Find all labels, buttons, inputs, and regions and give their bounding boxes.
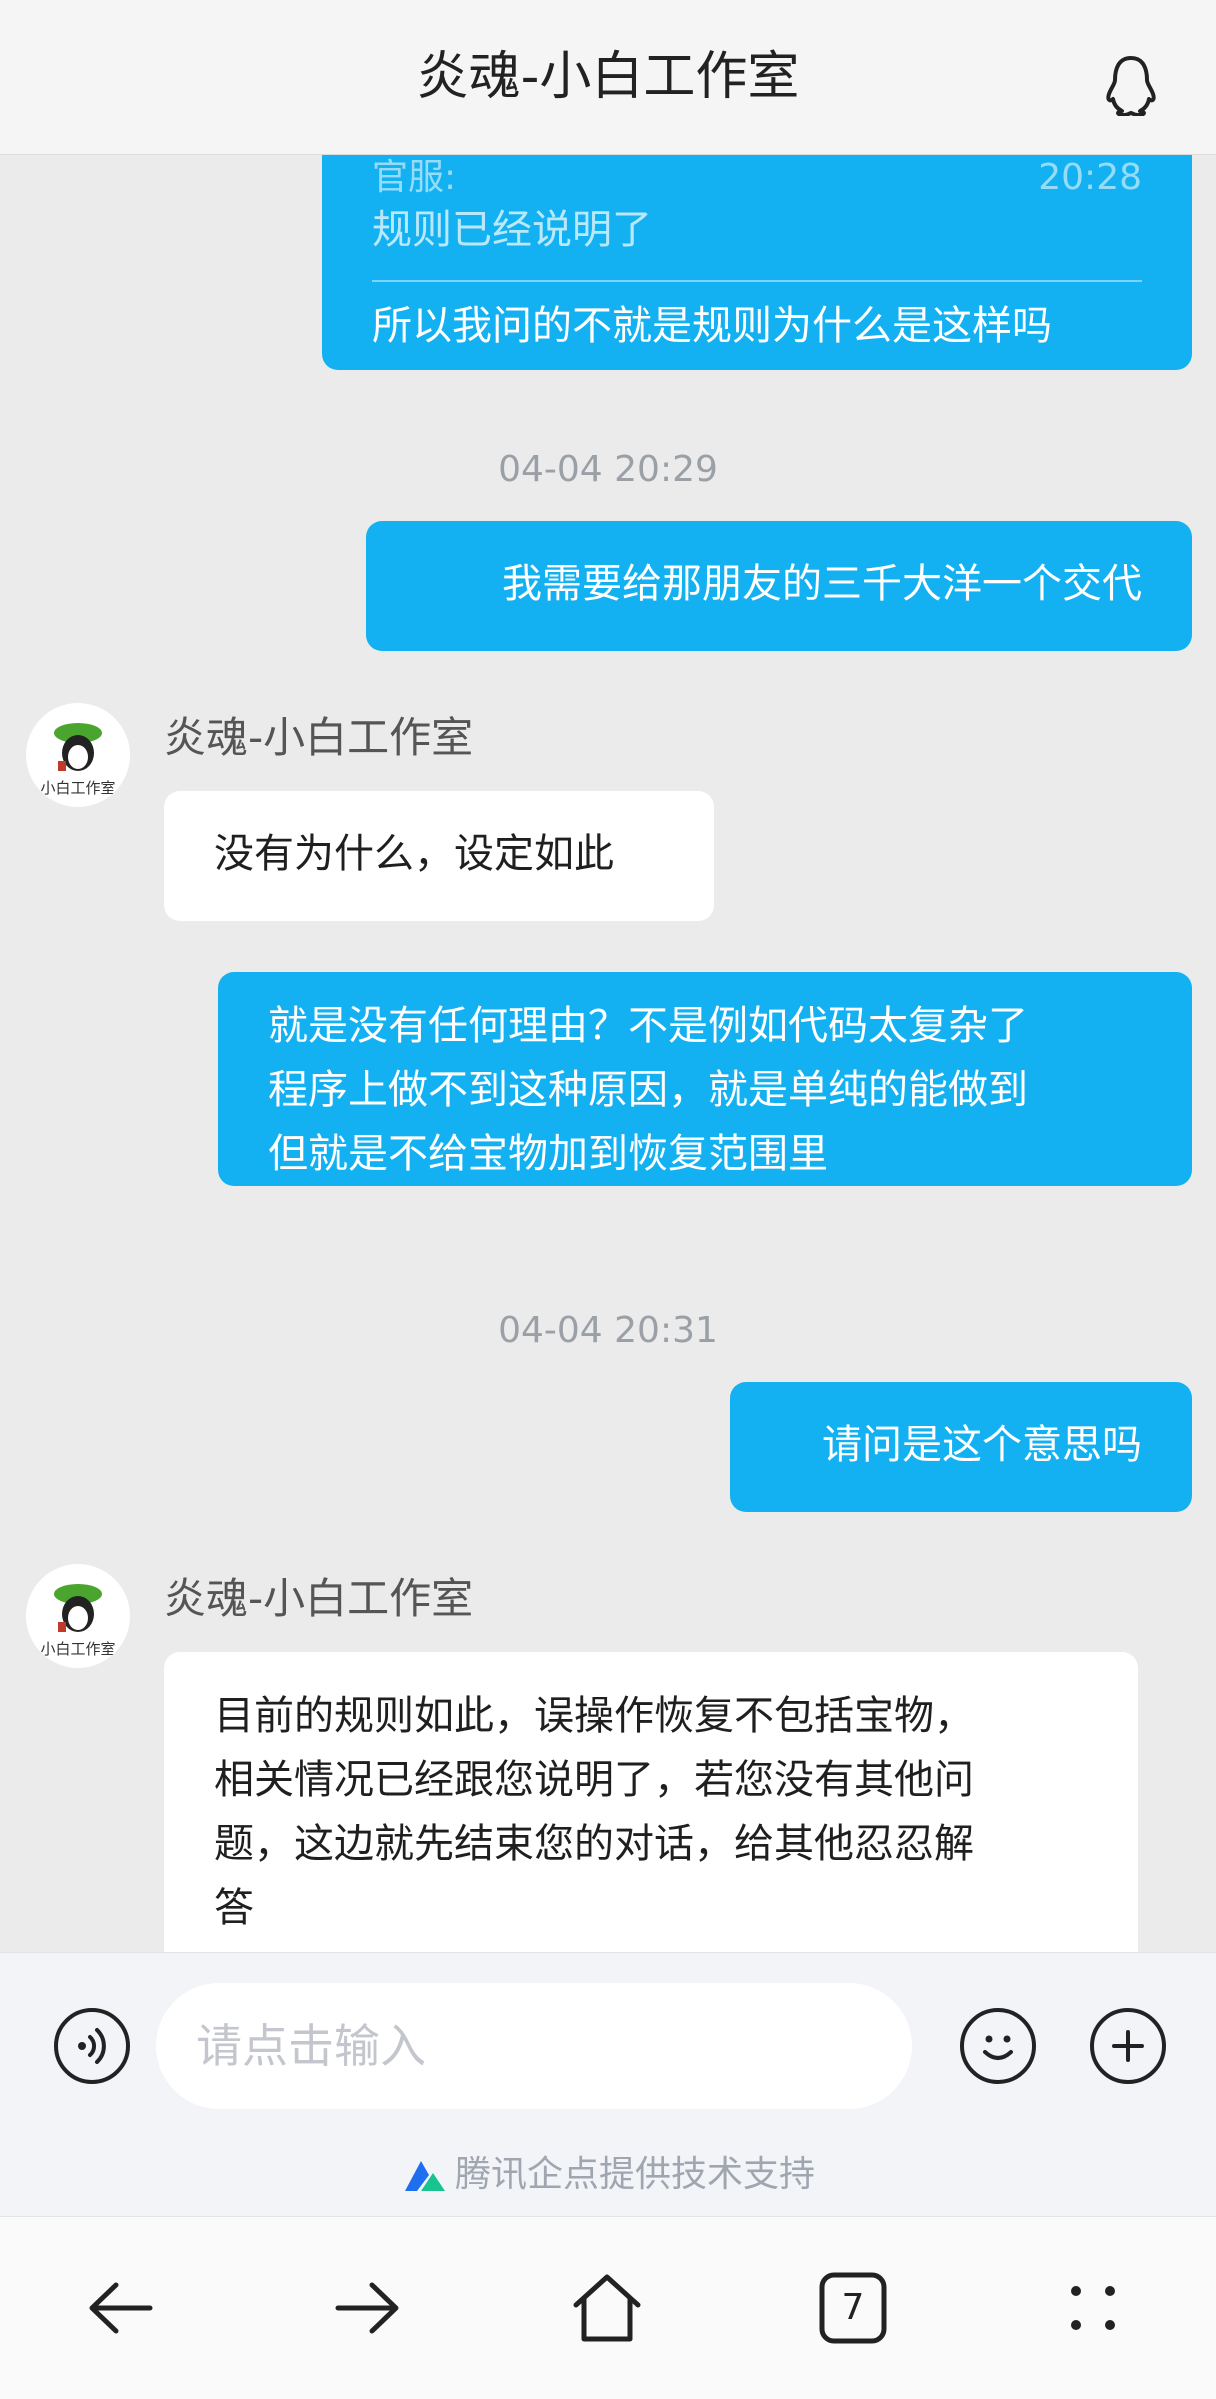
chat-messages[interactable]: 官服: 20:28 规则已经说明了 所以我问的不就是规则为什么是这样吗 04-0… (0, 155, 1216, 1952)
avatar[interactable]: 小白工作室 (26, 703, 130, 807)
quote-divider (372, 280, 1142, 282)
message-text: 我需要给那朋友的三千大洋一个交代 (502, 561, 1142, 607)
qq-penguin-icon[interactable] (1104, 54, 1158, 116)
avatar[interactable]: 小白工作室 (26, 1564, 130, 1668)
message-line: 答 (214, 1885, 254, 1931)
timestamp: 04-04 20:31 (498, 1310, 718, 1351)
powered-by-text: 腾讯企点提供技术支持 (454, 2154, 815, 2195)
tab-count: 7 (841, 2287, 865, 2328)
timestamp: 04-04 20:29 (498, 449, 718, 490)
message-line: 就是没有任何理由？不是例如代码太复杂了 (268, 1003, 1028, 1049)
avatar-label: 小白工作室 (40, 1640, 116, 1658)
emoji-button[interactable] (960, 2008, 1036, 2084)
message-text: 所以我问的不就是规则为什么是这样吗 (372, 303, 1052, 349)
back-arrow-icon[interactable] (76, 2263, 166, 2353)
outgoing-message-bubble[interactable]: 官服: 20:28 规则已经说明了 所以我问的不就是规则为什么是这样吗 (322, 155, 1192, 370)
quote-text: 规则已经说明了 (372, 207, 652, 253)
outgoing-message-bubble[interactable]: 我需要给那朋友的三千大洋一个交代 (366, 521, 1192, 651)
quote-header: 官服: 20:28 (372, 158, 1142, 198)
sender-name: 炎魂-小白工作室 (164, 1574, 474, 1623)
plus-button[interactable] (1090, 2008, 1166, 2084)
quote-time: 20:28 (1038, 157, 1142, 198)
sender-name: 炎魂-小白工作室 (164, 713, 474, 762)
tabs-button[interactable]: 7 (808, 2263, 898, 2353)
message-line: 目前的规则如此，误操作恢复不包括宝物， (214, 1693, 974, 1739)
powered-by: 腾讯企点提供技术支持 (0, 2149, 1216, 2200)
incoming-message-bubble[interactable]: 目前的规则如此，误操作恢复不包括宝物， 相关情况已经跟您说明了，若您没有其他问 … (164, 1652, 1138, 1952)
incoming-message-bubble[interactable]: 没有为什么，设定如此 (164, 791, 714, 921)
chat-header: 炎魂-小白工作室 (0, 0, 1216, 155)
quote-sender: 官服: (372, 157, 457, 198)
forward-arrow-icon[interactable] (322, 2263, 412, 2353)
message-line: 题，这边就先结束您的对话，给其他忍忍解 (214, 1821, 974, 1867)
voice-icon (78, 2028, 106, 2064)
message-line: 程序上做不到这种原因，就是单纯的能做到 (268, 1067, 1028, 1113)
outgoing-message-bubble[interactable]: 请问是这个意思吗 (730, 1382, 1192, 1512)
message-text: 请问是这个意思吗 (822, 1422, 1142, 1468)
emoji-icon (983, 2035, 1013, 2060)
tencent-qidian-logo-icon (404, 2161, 445, 2191)
avatar-label: 小白工作室 (40, 779, 116, 797)
outgoing-message-bubble[interactable]: 就是没有任何理由？不是例如代码太复杂了 程序上做不到这种原因，就是单纯的能做到 … (218, 972, 1192, 1186)
menu-dots-icon[interactable] (1048, 2263, 1138, 2353)
plus-icon (1112, 2030, 1144, 2062)
message-line: 相关情况已经跟您说明了，若您没有其他问 (214, 1757, 974, 1803)
voice-button[interactable] (54, 2008, 130, 2084)
message-text: 没有为什么，设定如此 (214, 831, 614, 877)
browser-navbar: 7 (0, 2216, 1216, 2399)
input-toolbar: 腾讯企点提供技术支持 (0, 1952, 1216, 2217)
home-icon[interactable] (562, 2263, 652, 2353)
chat-title: 炎魂-小白工作室 (416, 47, 800, 107)
message-input[interactable] (156, 1983, 912, 2109)
message-line: 但就是不给宝物加到恢复范围里 (268, 1131, 828, 1177)
